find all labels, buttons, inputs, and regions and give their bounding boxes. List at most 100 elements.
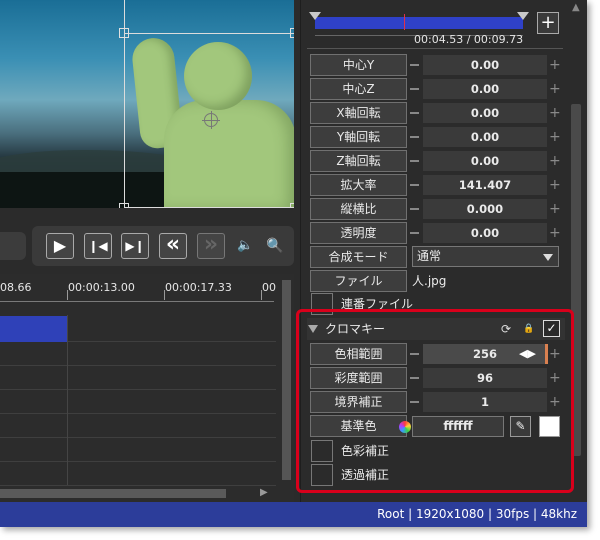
property-value[interactable]: 0.000 <box>423 199 547 219</box>
resize-handle-top-right[interactable] <box>290 28 294 38</box>
seek-end-marker-icon[interactable] <box>517 12 529 20</box>
property-value[interactable]: 0.00 <box>423 127 547 147</box>
status-bar: Root | 1920x1080 | 30fps | 48khz <box>0 502 587 527</box>
property-value[interactable]: 0.00 <box>423 103 547 123</box>
property-value[interactable]: 141.407 <box>423 175 547 195</box>
resize-handle-top-left[interactable] <box>119 28 129 38</box>
edge-correction-label[interactable]: 境界補正 <box>310 391 407 413</box>
timeline-track[interactable] <box>0 438 276 462</box>
timeline-track[interactable] <box>0 342 276 366</box>
decrement-icon[interactable] <box>410 64 419 66</box>
increment-icon[interactable]: + <box>549 178 561 192</box>
decrement-icon[interactable] <box>410 401 419 403</box>
increment-icon[interactable]: + <box>549 154 561 168</box>
prev-frame-button[interactable]: ❙◀ <box>84 233 112 259</box>
decrement-icon[interactable] <box>410 88 419 90</box>
key-color-swatch[interactable] <box>539 416 560 437</box>
property-value[interactable]: 0.00 <box>423 223 547 243</box>
saturation-range-value[interactable]: 96 <box>423 368 547 388</box>
edge-correction-value[interactable]: 1 <box>423 392 547 412</box>
add-effect-button[interactable]: + <box>537 12 559 34</box>
ruler-tick <box>164 290 165 300</box>
property-label[interactable]: 透明度 <box>310 222 407 244</box>
timeline-clip[interactable] <box>0 316 67 342</box>
blend-mode-value: 通常 <box>417 249 442 263</box>
increment-icon[interactable]: + <box>549 347 561 361</box>
key-color-button[interactable]: 基準色 <box>310 415 411 437</box>
properties-scroll-thumb[interactable] <box>571 104 581 456</box>
property-row: 拡大率 141.407 + <box>301 173 571 197</box>
timeline-track[interactable] <box>0 390 276 414</box>
collapse-triangle-icon[interactable] <box>308 325 318 333</box>
decrement-icon[interactable] <box>410 353 419 355</box>
saturation-range-label[interactable]: 彩度範囲 <box>310 367 407 389</box>
property-label[interactable]: Y軸回転 <box>310 126 407 148</box>
key-color-label: 基準色 <box>340 419 377 433</box>
increment-icon[interactable]: + <box>549 202 561 216</box>
transparency-correction-checkbox[interactable] <box>311 464 333 486</box>
increment-icon[interactable]: + <box>549 58 561 72</box>
timeline-track[interactable] <box>0 366 276 390</box>
increment-icon[interactable]: + <box>549 82 561 96</box>
center-crosshair-icon[interactable] <box>202 111 220 129</box>
fast-forward-button[interactable]: » <box>197 233 225 259</box>
video-preview[interactable] <box>0 0 294 208</box>
timeline-vertical-scroll-thumb[interactable] <box>282 280 291 480</box>
hue-range-label[interactable]: 色相範囲 <box>310 343 407 365</box>
zoom-icon[interactable]: 🔍 <box>266 236 283 256</box>
decrement-icon[interactable] <box>410 377 419 379</box>
property-value[interactable]: 0.00 <box>423 151 547 171</box>
edge-correction-row: 境界補正 1 + <box>301 390 571 414</box>
blend-mode-label[interactable]: 合成モード <box>310 246 407 268</box>
file-button[interactable]: ファイル <box>310 270 407 292</box>
ruler-label: 08.66 <box>0 281 32 294</box>
increment-icon[interactable]: + <box>549 226 561 240</box>
decrement-icon[interactable] <box>410 136 419 138</box>
rewind-button[interactable]: « <box>159 233 187 259</box>
timeline-vertical-scrollbar[interactable] <box>278 274 294 488</box>
play-button[interactable]: ▶ <box>46 233 74 259</box>
color-correction-checkbox[interactable] <box>311 440 333 462</box>
resize-handle-bottom-right[interactable] <box>290 203 294 208</box>
seek-start-marker-icon[interactable] <box>309 12 321 20</box>
refresh-icon[interactable]: ⟳ <box>501 321 511 337</box>
property-label[interactable]: Z軸回転 <box>310 150 407 172</box>
next-frame-button[interactable]: ▶❙ <box>121 233 149 259</box>
timeline-track[interactable] <box>0 414 276 438</box>
property-label[interactable]: X軸回転 <box>310 102 407 124</box>
decrement-icon[interactable] <box>410 232 419 234</box>
transport-side-panel <box>0 232 26 260</box>
property-label[interactable]: 縦横比 <box>310 198 407 220</box>
increment-icon[interactable]: + <box>549 106 561 120</box>
seek-playhead[interactable] <box>404 14 405 30</box>
increment-icon[interactable]: + <box>549 130 561 144</box>
timeline-horizontal-scrollbar[interactable]: ▶ <box>0 486 278 500</box>
scroll-right-arrow-icon[interactable]: ▶ <box>260 487 268 498</box>
saturation-range-row: 彩度範囲 96 + <box>301 366 571 390</box>
property-label[interactable]: 中心Y <box>310 54 407 76</box>
timeline-horizontal-scroll-thumb[interactable] <box>0 489 226 498</box>
property-value[interactable]: 0.00 <box>423 79 547 99</box>
eyedropper-icon[interactable]: ✎ <box>510 416 531 437</box>
timeline-track[interactable] <box>0 462 276 486</box>
property-value[interactable]: 0.00 <box>423 55 547 75</box>
volume-icon[interactable]: 🔈 <box>237 236 253 256</box>
decrement-icon[interactable] <box>410 112 419 114</box>
key-color-hex-field[interactable]: ffffff <box>412 416 504 437</box>
property-label[interactable]: 拡大率 <box>310 174 407 196</box>
decrement-icon[interactable] <box>410 208 419 210</box>
decrement-icon[interactable] <box>410 160 419 162</box>
resize-handle-bottom-left[interactable] <box>119 203 129 208</box>
property-row: 中心Y 0.00 + <box>301 53 571 77</box>
lock-icon[interactable]: 🔒 <box>523 321 534 337</box>
sequential-file-checkbox[interactable] <box>311 293 333 315</box>
blend-mode-select[interactable]: 通常 <box>412 246 559 267</box>
chromakey-enable-checkbox[interactable]: ✓ <box>543 320 560 337</box>
increment-icon[interactable]: + <box>549 395 561 409</box>
scroll-up-arrow-icon[interactable]: ▲ <box>572 2 580 13</box>
property-label[interactable]: 中心Z <box>310 78 407 100</box>
increment-icon[interactable]: + <box>549 371 561 385</box>
seek-bar[interactable] <box>315 17 523 29</box>
properties-scrollbar[interactable]: ▲ <box>567 0 587 502</box>
decrement-icon[interactable] <box>410 184 419 186</box>
